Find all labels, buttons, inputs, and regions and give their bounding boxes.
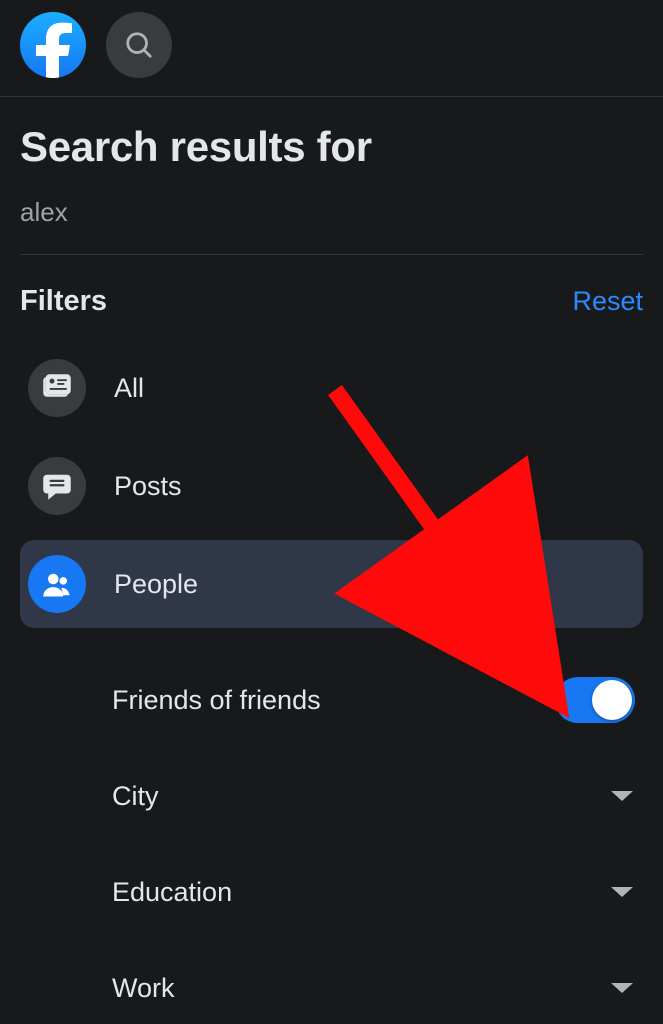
search-button[interactable] bbox=[106, 12, 172, 78]
tab-label: Posts bbox=[114, 471, 182, 502]
filter-work[interactable]: Work bbox=[20, 940, 643, 1024]
filter-label: Friends of friends bbox=[112, 685, 321, 716]
reset-button[interactable]: Reset bbox=[572, 286, 643, 317]
search-icon bbox=[124, 30, 154, 60]
chevron-down-icon bbox=[609, 884, 635, 900]
filters-header: Filters Reset bbox=[20, 285, 643, 318]
filter-friends-of-friends[interactable]: Friends of friends bbox=[20, 652, 643, 748]
comment-icon bbox=[28, 457, 86, 515]
filter-label: Education bbox=[112, 877, 232, 908]
divider bbox=[20, 254, 643, 255]
people-icon bbox=[28, 555, 86, 613]
sub-filters: Friends of friends City Education Work bbox=[20, 652, 643, 1024]
search-query: alex bbox=[20, 197, 643, 228]
filter-label: Work bbox=[112, 973, 175, 1004]
tab-all[interactable]: All bbox=[20, 344, 643, 432]
filter-label: City bbox=[112, 781, 159, 812]
content: Search results for alex Filters Reset Al… bbox=[0, 97, 663, 1024]
tab-people[interactable]: People bbox=[20, 540, 643, 628]
filter-city[interactable]: City bbox=[20, 748, 643, 844]
tab-label: All bbox=[114, 373, 144, 404]
filter-education[interactable]: Education bbox=[20, 844, 643, 940]
page-title: Search results for bbox=[20, 123, 643, 171]
top-bar bbox=[0, 0, 663, 97]
toggle-knob bbox=[592, 680, 632, 720]
facebook-f-icon bbox=[32, 22, 74, 78]
tab-label: People bbox=[114, 569, 198, 600]
filter-tabs: All Posts People bbox=[20, 344, 643, 628]
tab-posts[interactable]: Posts bbox=[20, 442, 643, 530]
chevron-down-icon bbox=[609, 980, 635, 996]
filters-label: Filters bbox=[20, 285, 107, 318]
friends-of-friends-toggle[interactable] bbox=[555, 677, 635, 723]
feed-icon bbox=[28, 359, 86, 417]
facebook-logo[interactable] bbox=[20, 12, 86, 78]
chevron-down-icon bbox=[609, 788, 635, 804]
